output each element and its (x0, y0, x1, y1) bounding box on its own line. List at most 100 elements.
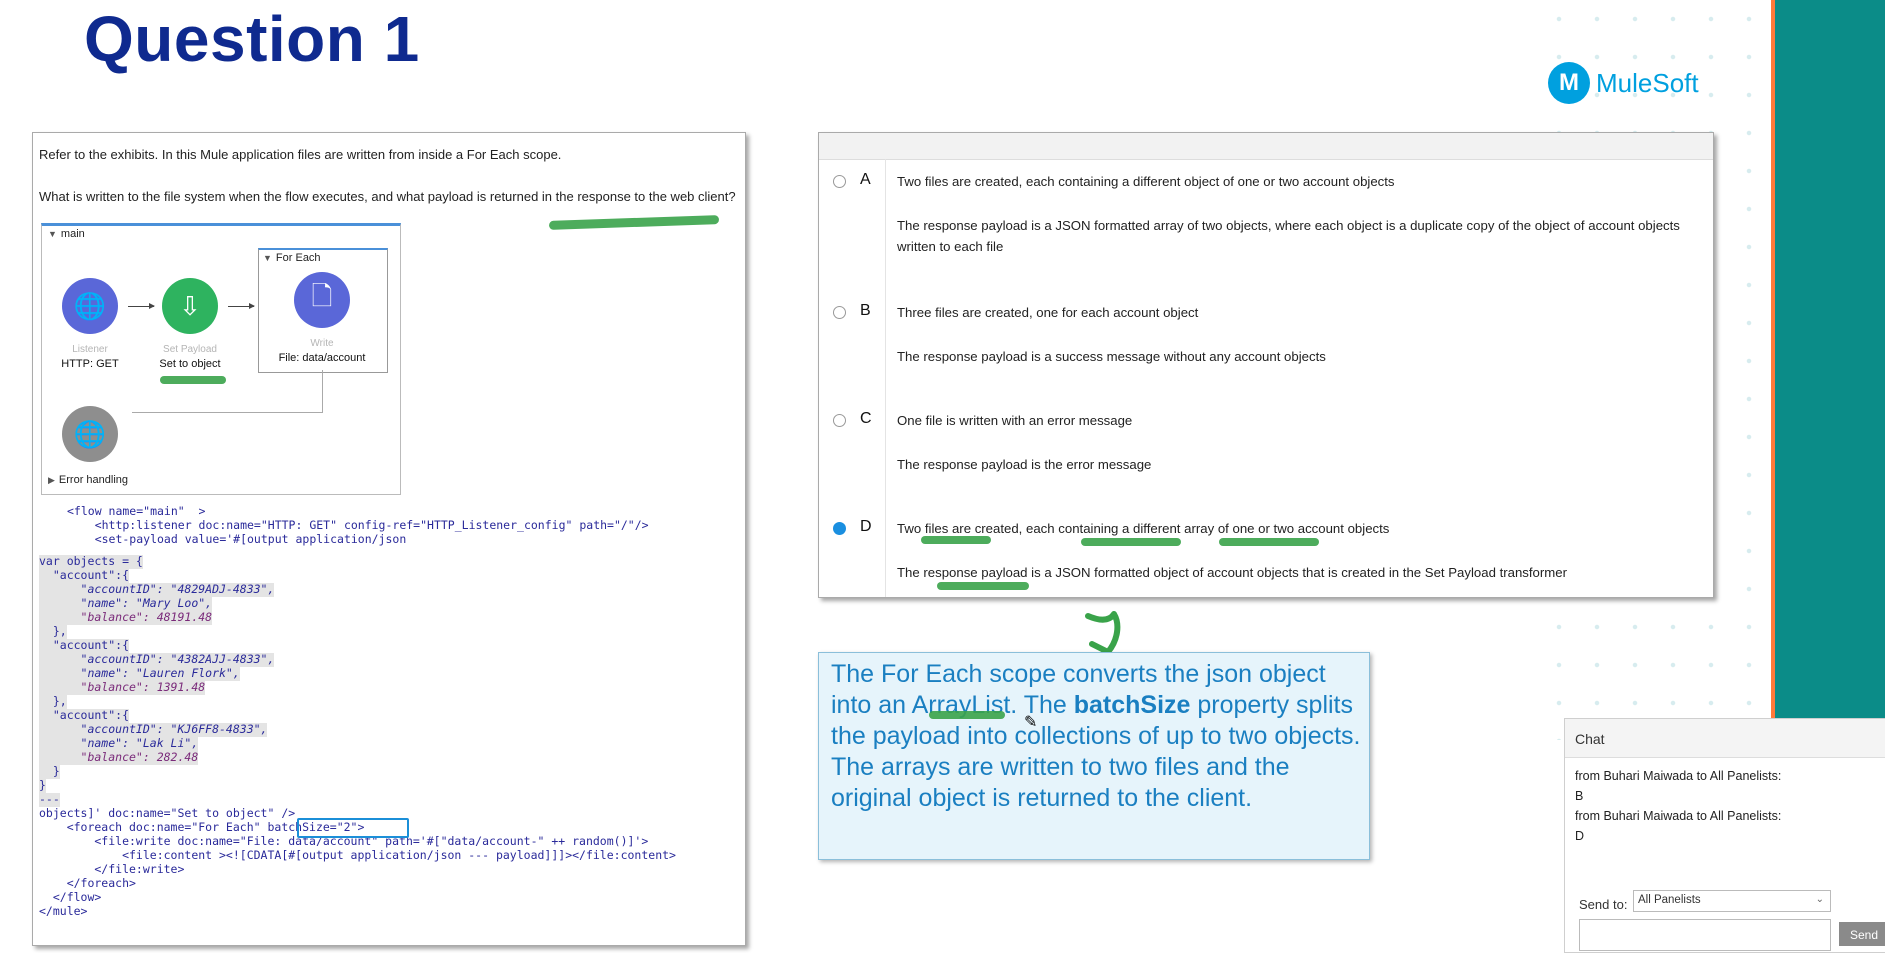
batchsize-highlight-box (297, 818, 409, 838)
green-highlight-mark (1081, 538, 1181, 546)
main-flow-label: ▼ main (48, 228, 85, 240)
code-line: "account":{ (39, 708, 130, 723)
answers-column-divider (885, 159, 886, 597)
file-write-node[interactable]: 🗋 (294, 272, 350, 328)
chat-title: Chat (1575, 731, 1605, 747)
flow-arrow (128, 303, 155, 309)
code-line: <flow name="main" > (67, 504, 206, 518)
chat-header: Chat (1565, 719, 1885, 758)
code-line: --- (39, 792, 60, 807)
file-icon: 🗋 (311, 281, 333, 311)
option-a-letter: A (860, 171, 871, 188)
chevron-down-icon: ⌄ (1815, 894, 1824, 905)
http-response-node[interactable]: 🌐 (62, 406, 118, 462)
option-d-line2: The response payload is a JSON formatted… (897, 565, 1567, 580)
chat-message-from: from Buhari Maiwada to All Panelists: (1575, 769, 1782, 783)
chat-message-text: D (1575, 829, 1585, 843)
code-line: "accountID": "KJ6FF8-4833", (39, 722, 268, 737)
green-highlight-mark (160, 376, 226, 384)
code-line: objects]' doc:name="Set to object" /> (39, 806, 296, 820)
flow-arrow (228, 303, 255, 309)
set-payload-node[interactable]: ⇩ (162, 278, 218, 334)
option-d-line1: Two files are created, each containing a… (897, 521, 1390, 536)
code-line: </file:write> (39, 862, 185, 876)
code-line: }, (39, 694, 67, 709)
green-highlight-mark (921, 536, 991, 544)
answer-options-panel: A Two files are created, each containing… (818, 132, 1714, 598)
flow-canvas: ▼ main ▼ For Each 🌐 Listener HTTP: GET ⇩ S… (41, 223, 401, 495)
code-line: "balance": 1391.48 (39, 680, 206, 695)
globe-icon: 🌐 (73, 290, 107, 321)
chat-message-text: B (1575, 789, 1584, 803)
chat-message-input[interactable] (1579, 919, 1831, 951)
code-line: "accountID": "4382AJJ-4833", (39, 652, 275, 667)
code-line: "account":{ (39, 568, 130, 583)
node-label: File: data/account (278, 352, 366, 364)
set-payload-icon: ⇩ (179, 290, 201, 321)
option-b-line1: Three files are created, one for each ac… (897, 305, 1199, 320)
code-line: "name": "Mary Loo", (39, 596, 213, 611)
explanation-bold: batchSize (1073, 691, 1191, 719)
code-line: "accountID": "4829ADJ-4833", (39, 582, 275, 597)
code-line: "balance": 48191.48 (39, 610, 213, 625)
node-label: Set to object (159, 358, 221, 370)
node-sub-label: Listener (72, 344, 108, 355)
code-line: "balance": 282.48 (39, 750, 199, 765)
http-listener-node[interactable]: 🌐 (62, 278, 118, 334)
explanation-box: The For Each scope converts the json obj… (818, 652, 1370, 860)
node-sub-label: Write (310, 338, 334, 349)
code-line: </foreach> (39, 876, 136, 890)
answers-header-strip (819, 133, 1713, 160)
green-highlight-mark (548, 215, 720, 230)
option-c-line1: One file is written with an error messag… (897, 413, 1133, 428)
option-a-radio[interactable] (833, 175, 846, 188)
option-c-radio[interactable] (833, 414, 846, 427)
chat-message-from: from Buhari Maiwada to All Panelists: (1575, 809, 1782, 823)
return-line (322, 370, 323, 412)
slide-title: Question 1 (84, 3, 420, 75)
pen-cursor-icon: ✎ (1024, 714, 1038, 731)
option-b-letter: B (860, 302, 871, 319)
xml-code-block: <flow name="main" > <http:listener doc:n… (33, 503, 745, 945)
green-highlight-mark (937, 582, 1029, 590)
exhibit-panel: Refer to the exhibits. In this Mule appl… (32, 132, 746, 946)
code-line: </flow> (39, 890, 102, 904)
code-line: </mule> (39, 904, 88, 918)
code-line: "name": "Lauren Flork", (39, 666, 240, 681)
option-a-line2: The response payload is a JSON formatted… (897, 218, 1680, 254)
send-to-select[interactable]: All Panelists ⌄ (1633, 890, 1831, 912)
code-line: } (39, 764, 60, 779)
code-line: }, (39, 624, 67, 639)
code-line: <file:content ><![CDATA[#[output applica… (39, 848, 676, 862)
send-button[interactable]: Send (1839, 922, 1885, 946)
error-handling-label[interactable]: ▶ Error handling (48, 474, 128, 486)
mulesoft-m-icon: M (1548, 62, 1590, 104)
node-sub-label: Set Payload (163, 344, 217, 355)
option-a-line1: Two files are created, each containing a… (897, 174, 1395, 189)
mulesoft-wordmark: MuleSoft (1596, 67, 1699, 98)
hand-drawn-pointer (1085, 611, 1121, 655)
exhibit-intro: Refer to the exhibits. In this Mule appl… (39, 147, 562, 162)
globe-icon: 🌐 (73, 418, 107, 449)
option-c-line2: The response payload is the error messag… (897, 457, 1152, 472)
option-b-line2: The response payload is a success messag… (897, 349, 1326, 364)
option-b-radio[interactable] (833, 306, 846, 319)
green-highlight-mark (929, 711, 1005, 719)
code-line: <set-payload value='#[output application… (67, 532, 407, 546)
option-d-radio[interactable] (833, 522, 846, 535)
code-line: } (39, 778, 46, 793)
code-line: "name": "Lak Li", (39, 736, 199, 751)
return-line (132, 412, 323, 413)
option-c-letter: C (860, 410, 872, 427)
foreach-label: ▼ For Each (263, 252, 321, 264)
green-highlight-mark (1219, 538, 1319, 546)
exhibit-question: What is written to the file system when … (39, 189, 736, 204)
code-line: var objects = { (39, 554, 143, 569)
code-line: <http:listener doc:name="HTTP: GET" conf… (67, 518, 649, 532)
code-line: "account":{ (39, 638, 130, 653)
chat-panel: Chat from Buhari Maiwada to All Panelist… (1564, 718, 1885, 953)
mulesoft-logo: M MuleSoft (1548, 62, 1699, 104)
explanation-text: The For Each scope converts the json obj… (831, 660, 1361, 812)
option-d-letter: D (860, 518, 872, 535)
send-to-label: Send to: (1579, 897, 1628, 912)
